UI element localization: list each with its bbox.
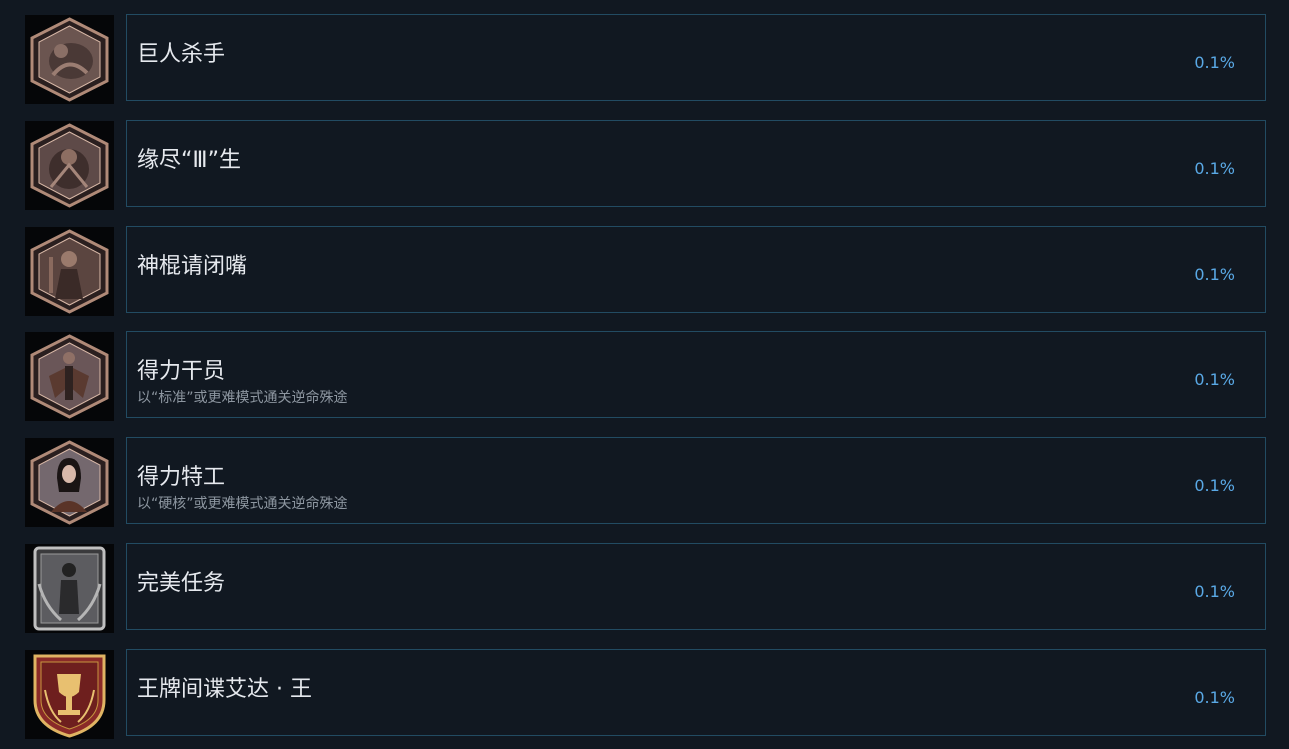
achievement-row[interactable]: 得力干员 以“标准”或更难模式通关逆命殊途 0.1% [0,331,1289,421]
achievement-row[interactable]: 缘尽“Ⅲ”生 0.1% [0,120,1289,210]
achievement-description: 以“标准”或更难模式通关逆命殊途 [137,390,348,406]
hexagon-agent-portrait-icon [25,438,114,527]
unlock-percentage: 0.1% [1194,688,1235,707]
achievement-row[interactable]: 得力特工 以“硬核”或更难模式通关逆命殊途 0.1% [0,437,1289,527]
achievement-card: 完美任务 0.1% [126,543,1266,630]
achievement-title: 神棍请闭嘴 [137,254,248,279]
achievement-description: 以“硬核”或更难模式通关逆命殊途 [137,496,348,512]
achievement-title: 缘尽“Ⅲ”生 [137,148,241,173]
achievement-title: 完美任务 [137,571,226,596]
achievement-row[interactable]: 巨人杀手 0.1% [0,14,1289,104]
achievement-row[interactable]: 王牌间谍艾达 · 王 0.1% [0,649,1289,739]
achievement-title: 巨人杀手 [137,42,226,67]
unlock-percentage: 0.1% [1194,265,1235,284]
achievement-card: 巨人杀手 0.1% [126,14,1266,101]
hexagon-robed-figure-icon [25,227,114,316]
unlock-percentage: 0.1% [1194,53,1235,72]
achievement-row[interactable]: 完美任务 0.1% [0,543,1289,633]
achievement-row[interactable]: 神棍请闭嘴 0.1% [0,226,1289,316]
hexagon-giant-creature-icon [25,15,114,104]
laurel-frame-agent-icon [25,544,114,633]
achievement-card: 缘尽“Ⅲ”生 0.1% [126,120,1266,207]
achievement-card: 王牌间谍艾达 · 王 0.1% [126,649,1266,736]
gold-trophy-shield-icon [25,650,114,739]
achievement-card: 得力特工 以“硬核”或更难模式通关逆命殊途 0.1% [126,437,1266,524]
achievement-title: 王牌间谍艾达 · 王 [137,677,312,702]
unlock-percentage: 0.1% [1194,370,1235,389]
hexagon-creature-icon [25,121,114,210]
achievement-title: 得力干员 [137,359,226,384]
unlock-percentage: 0.1% [1194,582,1235,601]
hexagon-winged-figure-icon [25,332,114,421]
unlock-percentage: 0.1% [1194,476,1235,495]
achievement-title: 得力特工 [137,465,226,490]
achievement-card: 得力干员 以“标准”或更难模式通关逆命殊途 0.1% [126,331,1266,418]
achievement-list: 巨人杀手 0.1% 缘尽“Ⅲ”生 0.1% 神棍请闭嘴 0.1% 得力干员 以“… [0,0,1289,749]
unlock-percentage: 0.1% [1194,159,1235,178]
achievement-card: 神棍请闭嘴 0.1% [126,226,1266,313]
